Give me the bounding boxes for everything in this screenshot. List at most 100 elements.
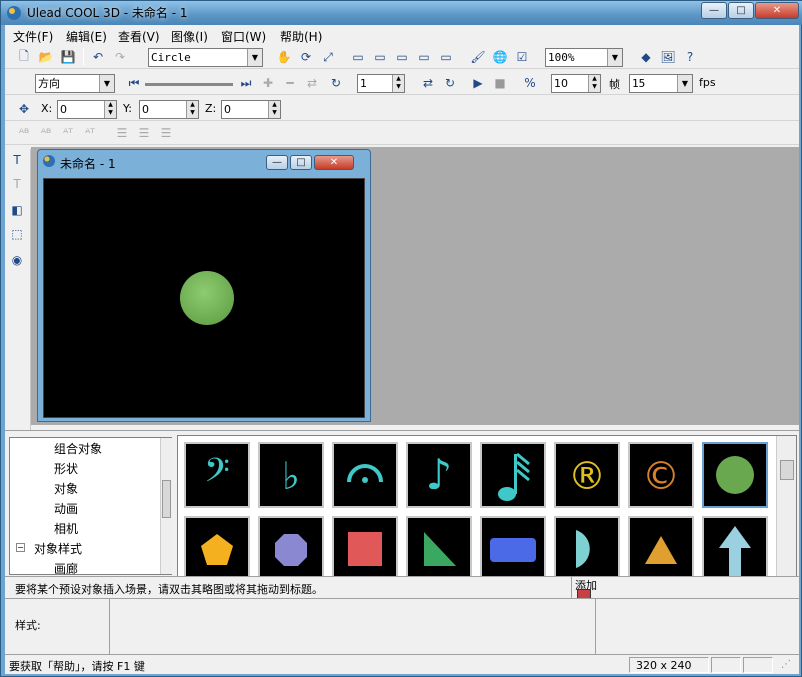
view-top-icon[interactable]: ▭ [371, 48, 389, 66]
gallery-item-triangle[interactable] [628, 516, 694, 576]
doc-minimize-button[interactable]: — [266, 155, 288, 170]
new-file-icon[interactable]: 🗋 [15, 48, 33, 66]
doc-maximize-button[interactable]: □ [290, 155, 312, 170]
menu-image[interactable]: 图像(I) [171, 28, 208, 45]
menu-file[interactable]: 文件(F) [13, 28, 53, 45]
align-right-icon[interactable]: ☰ [157, 124, 175, 142]
minimize-button[interactable]: — [701, 2, 727, 19]
geometric-object-icon[interactable]: ◉ [8, 251, 26, 269]
spinner-arrows-icon[interactable]: ▲ ▼ [392, 75, 404, 92]
gallery-item-circle[interactable] [702, 442, 768, 508]
redo-icon[interactable]: ↷ [111, 48, 129, 66]
circle-object[interactable] [180, 271, 234, 325]
gallery-item-square[interactable] [332, 516, 398, 576]
tree-item[interactable]: 组合对象 [54, 440, 102, 457]
zoom-combo[interactable]: 100% ▼ [545, 48, 623, 67]
image-export-icon[interactable]: 🖼 [659, 48, 677, 66]
tree-item[interactable]: 对象样式 [34, 540, 82, 557]
spinner-arrows-icon[interactable]: ▲ ▼ [268, 101, 280, 118]
open-folder-icon[interactable]: 📂 [37, 48, 55, 66]
frames-count-spinner[interactable]: 10 ▲ ▼ [551, 74, 601, 93]
undo-icon[interactable]: ↶ [89, 48, 107, 66]
gallery-item-octagon[interactable] [258, 516, 324, 576]
reverse-icon[interactable]: ⇄ [303, 74, 321, 92]
gallery-item-registered[interactable]: ® [554, 442, 620, 508]
context-help-icon[interactable]: ? [681, 48, 699, 66]
view-side-icon[interactable]: ▭ [393, 48, 411, 66]
gallery-item-eighth-note[interactable]: ♪ [406, 442, 472, 508]
first-frame-icon[interactable]: ⏮ [125, 74, 143, 92]
fps-combo[interactable]: 15 ▼ [629, 74, 693, 93]
tree-item[interactable]: 形状 [54, 460, 78, 477]
z-spinner[interactable]: 0 ▲ ▼ [221, 100, 281, 119]
direction-combo[interactable]: 方向 ▼ [35, 74, 115, 93]
globe-icon[interactable]: 🌐 [491, 48, 509, 66]
menu-window[interactable]: 窗口(W) [221, 28, 266, 45]
view-bottom-icon[interactable]: ▭ [437, 48, 455, 66]
frame-number-spinner[interactable]: 1 ▲ ▼ [357, 74, 405, 93]
align-center-icon[interactable]: ☰ [135, 124, 153, 142]
tree-scrollbar[interactable] [160, 438, 172, 574]
add-keyframe-icon[interactable]: ✚ [259, 74, 277, 92]
save-icon[interactable]: 💾 [59, 48, 77, 66]
edit-graphic-icon[interactable]: ⬚ [8, 225, 26, 243]
scroll-thumb[interactable] [162, 480, 171, 518]
align-left-icon[interactable]: ☰ [113, 124, 131, 142]
chevron-down-icon[interactable]: ▼ [247, 49, 262, 66]
menu-edit[interactable]: 编辑(E) [66, 28, 107, 45]
gallery-item-bass-clef[interactable]: 𝄢 [184, 442, 250, 508]
doc-close-button[interactable]: ✕ [314, 155, 354, 170]
timeline-slider[interactable] [145, 83, 233, 86]
gallery-item-flat[interactable]: ♭ [258, 442, 324, 508]
menu-help[interactable]: 帮助(H) [280, 28, 322, 45]
gallery-item-pentagon[interactable] [184, 516, 250, 576]
last-frame-icon[interactable]: ⏭ [237, 74, 255, 92]
tree-item[interactable]: 相机 [54, 520, 78, 537]
render-icon[interactable]: ◆ [637, 48, 655, 66]
text-spacing-decrease-icon[interactable]: ᴬᴮ [37, 124, 55, 142]
chevron-down-icon[interactable]: ▼ [607, 49, 622, 66]
render-canvas[interactable] [43, 178, 365, 418]
gallery-item-fermata[interactable] [332, 442, 398, 508]
gallery-item-arrow-up[interactable] [702, 516, 768, 576]
repeat-icon[interactable]: ↻ [441, 74, 459, 92]
edit-text-icon[interactable]: T [8, 175, 26, 193]
size-tool-icon[interactable]: ⤢ [319, 48, 337, 66]
spinner-arrows-icon[interactable]: ▲ ▼ [588, 75, 600, 92]
gallery-scrollbar[interactable] [776, 436, 796, 576]
play-icon[interactable]: ▶ [469, 74, 487, 92]
line-spacing-decrease-icon[interactable]: ᴬᵀ [81, 124, 99, 142]
chevron-down-icon[interactable]: ▼ [99, 75, 114, 92]
hand-tool-icon[interactable]: ✋ [275, 48, 293, 66]
maximize-button[interactable]: □ [728, 2, 754, 19]
checkbox-icon[interactable]: ☑ [513, 48, 531, 66]
x-spinner[interactable]: 0 ▲ ▼ [57, 100, 117, 119]
gallery-item-half-circle[interactable] [554, 516, 620, 576]
chevron-down-icon[interactable]: ▼ [677, 75, 692, 92]
gallery-item-right-triangle[interactable] [406, 516, 472, 576]
gallery-item-copyright[interactable]: © [628, 442, 694, 508]
insert-text-icon[interactable]: T [8, 151, 26, 169]
view-front-icon[interactable]: ▭ [349, 48, 367, 66]
close-button[interactable]: ✕ [755, 2, 799, 19]
line-spacing-icon[interactable]: ᴬᵀ [59, 124, 77, 142]
menu-view[interactable]: 查看(V) [118, 28, 160, 45]
title-bar[interactable]: Ulead COOL 3D - 未命名 - 1 — □ ✕ [1, 1, 802, 25]
spinner-arrows-icon[interactable]: ▲ ▼ [186, 101, 198, 118]
smooth-motion-icon[interactable]: % [521, 74, 539, 92]
text-spacing-icon[interactable]: ᴬᴮ [15, 124, 33, 142]
y-spinner[interactable]: 0 ▲ ▼ [139, 100, 199, 119]
gallery-item-sixteenth-note[interactable] [480, 442, 546, 508]
insert-graphic-icon[interactable]: ◧ [8, 201, 26, 219]
paint-icon[interactable]: 🖌 [469, 48, 487, 66]
view-back-icon[interactable]: ▭ [415, 48, 433, 66]
tree-item[interactable]: 对象 [54, 480, 78, 497]
stop-icon[interactable]: ■ [491, 74, 509, 92]
loop-icon[interactable]: ↻ [327, 74, 345, 92]
move-object-icon[interactable]: ✥ [15, 100, 33, 118]
rotate-tool-icon[interactable]: ⟳ [297, 48, 315, 66]
object-combo[interactable]: Circle ▼ [148, 48, 263, 67]
ping-pong-icon[interactable]: ⇄ [419, 74, 437, 92]
spinner-arrows-icon[interactable]: ▲ ▼ [104, 101, 116, 118]
tree-item[interactable]: 画廊 [54, 560, 78, 577]
